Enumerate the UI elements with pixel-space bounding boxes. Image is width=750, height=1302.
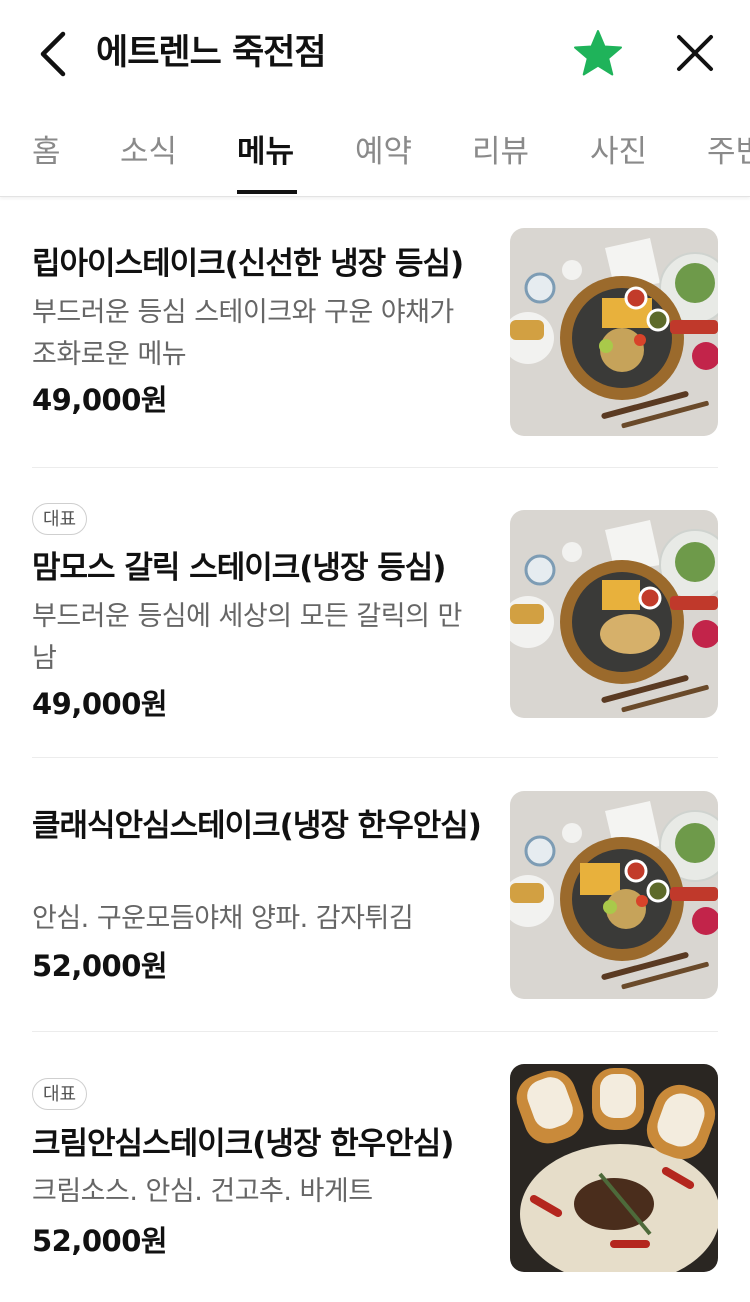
menu-item-description: 크림소스. 안심. 건고추. 바게트 xyxy=(32,1176,373,1207)
menu-item-photo xyxy=(510,510,718,718)
menu-item-description: 부드러운 등심 스테이크와 구운 야채가 조화로운 메뉴 xyxy=(32,297,454,370)
menu-item-name: 클래식안심스테이크(냉장 한우안심) xyxy=(32,808,482,844)
menu-item-name: 립아이스테이크(신선한 냉장 등심) xyxy=(32,246,464,282)
menu-item-price: 52,000원 xyxy=(32,1224,168,1258)
menu-item-price: 52,000원 xyxy=(32,949,168,983)
menu-item-photo xyxy=(510,1064,718,1272)
menu-item[interactable]: 립아이스테이크(신선한 냉장 등심) 부드러운 등심 스테이크와 구운 야채가 … xyxy=(0,198,750,468)
close-button[interactable] xyxy=(672,30,718,76)
menu-item[interactable]: 클래식안심스테이크(냉장 한우안심) 안심. 구운모듬야채 양파. 감자튀김 5… xyxy=(0,758,750,1031)
menu-item[interactable]: 대표 크림안심스테이크(냉장 한우안심) 크림소스. 안심. 건고추. 바게트 … xyxy=(0,1032,750,1302)
tab-menu[interactable]: 메뉴 xyxy=(237,132,294,172)
favorite-button[interactable] xyxy=(572,28,624,80)
menu-item-name: 크림안심스테이크(냉장 한우안심) xyxy=(32,1126,454,1162)
back-button[interactable] xyxy=(28,26,76,82)
menu-item-photo xyxy=(510,791,718,999)
menu-item-description: 부드러운 등심에 세상의 모든 갈릭의 만남 xyxy=(32,601,462,674)
tab-photos[interactable]: 사진 xyxy=(590,132,647,172)
tab-reviews[interactable]: 리뷰 xyxy=(472,132,529,172)
chevron-left-icon xyxy=(40,31,66,77)
close-icon xyxy=(677,35,713,71)
top-bar: 에트렌느 죽전점 xyxy=(0,0,750,108)
signature-badge: 대표 xyxy=(32,1078,88,1110)
signature-badge: 대표 xyxy=(32,503,88,535)
menu-item-description: 안심. 구운모듬야채 양파. 감자튀김 xyxy=(32,903,414,934)
menu-item-name: 맘모스 갈릭 스테이크(냉장 등심) xyxy=(32,550,446,586)
menu-item[interactable]: 대표 맘모스 갈릭 스테이크(냉장 등심) 부드러운 등심에 세상의 모든 갈릭… xyxy=(0,468,750,758)
tab-nearby[interactable]: 주변 xyxy=(707,132,750,172)
active-tab-indicator xyxy=(237,190,297,194)
menu-item-price: 49,000원 xyxy=(32,687,168,721)
menu-item-photo xyxy=(510,228,718,436)
menu-item-price: 49,000원 xyxy=(32,383,168,417)
tab-reservation[interactable]: 예약 xyxy=(355,132,412,172)
star-icon xyxy=(574,30,622,76)
page-title: 에트렌느 죽전점 xyxy=(96,33,327,73)
tab-news[interactable]: 소식 xyxy=(120,132,177,172)
tab-bar: 홈 소식 메뉴 예약 리뷰 사진 주변 xyxy=(0,108,750,197)
tab-home[interactable]: 홈 xyxy=(32,132,61,172)
